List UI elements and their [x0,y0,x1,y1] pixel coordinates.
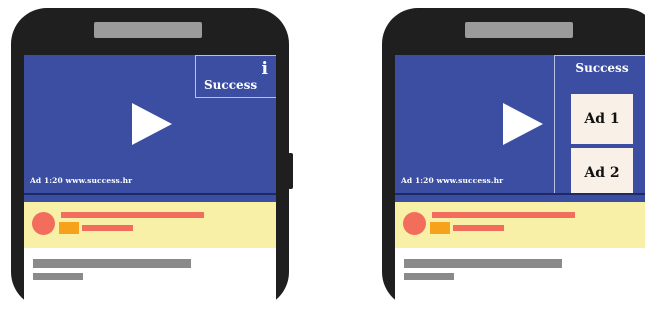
play-icon[interactable] [503,103,543,145]
sponsor-overlay[interactable]: Success i [195,55,276,98]
badge-placeholder [430,222,450,234]
text-placeholder-line [33,273,83,280]
badge-placeholder [59,222,79,234]
phone-mockup-left: Ad 1:20 www.success.hr Success i [11,8,293,315]
content-banner [395,202,645,248]
text-placeholder-line [404,259,562,268]
ad-caption: Ad 1:20 www.success.hr [401,176,504,185]
title-placeholder [61,212,204,218]
phone-screen: Ad 1:20 www.success.hr Success i [24,55,276,315]
avatar-placeholder [32,212,55,235]
content-banner [24,202,276,248]
text-placeholder-line [33,259,191,268]
phone-mockup-right: Ad 1:20 www.success.hr Success Ad 1 Ad 2 [382,8,645,315]
video-player[interactable]: Ad 1:20 www.success.hr Success Ad 1 Ad 2 [395,55,645,199]
ad-card-2[interactable]: Ad 2 [571,148,633,198]
video-progress-bar [395,193,645,202]
play-icon[interactable] [132,103,172,145]
ad-card-1[interactable]: Ad 1 [571,94,633,144]
sponsor-ad-panel: Success Ad 1 Ad 2 [554,55,645,199]
phone-screen: Ad 1:20 www.success.hr Success Ad 1 Ad 2 [395,55,645,315]
phone-speaker [465,22,573,38]
phone-speaker [94,22,202,38]
ad-caption: Ad 1:20 www.success.hr [30,176,133,185]
sponsor-title: Success [204,78,258,92]
video-player[interactable]: Ad 1:20 www.success.hr Success i [24,55,276,193]
text-placeholder-line [404,273,454,280]
info-icon[interactable]: i [262,59,268,79]
subtitle-placeholder [453,225,504,231]
video-progress-bar [24,193,276,202]
phone-side-button [288,153,293,189]
sponsor-title: Success [575,61,629,75]
title-placeholder [432,212,575,218]
avatar-placeholder [403,212,426,235]
subtitle-placeholder [82,225,133,231]
